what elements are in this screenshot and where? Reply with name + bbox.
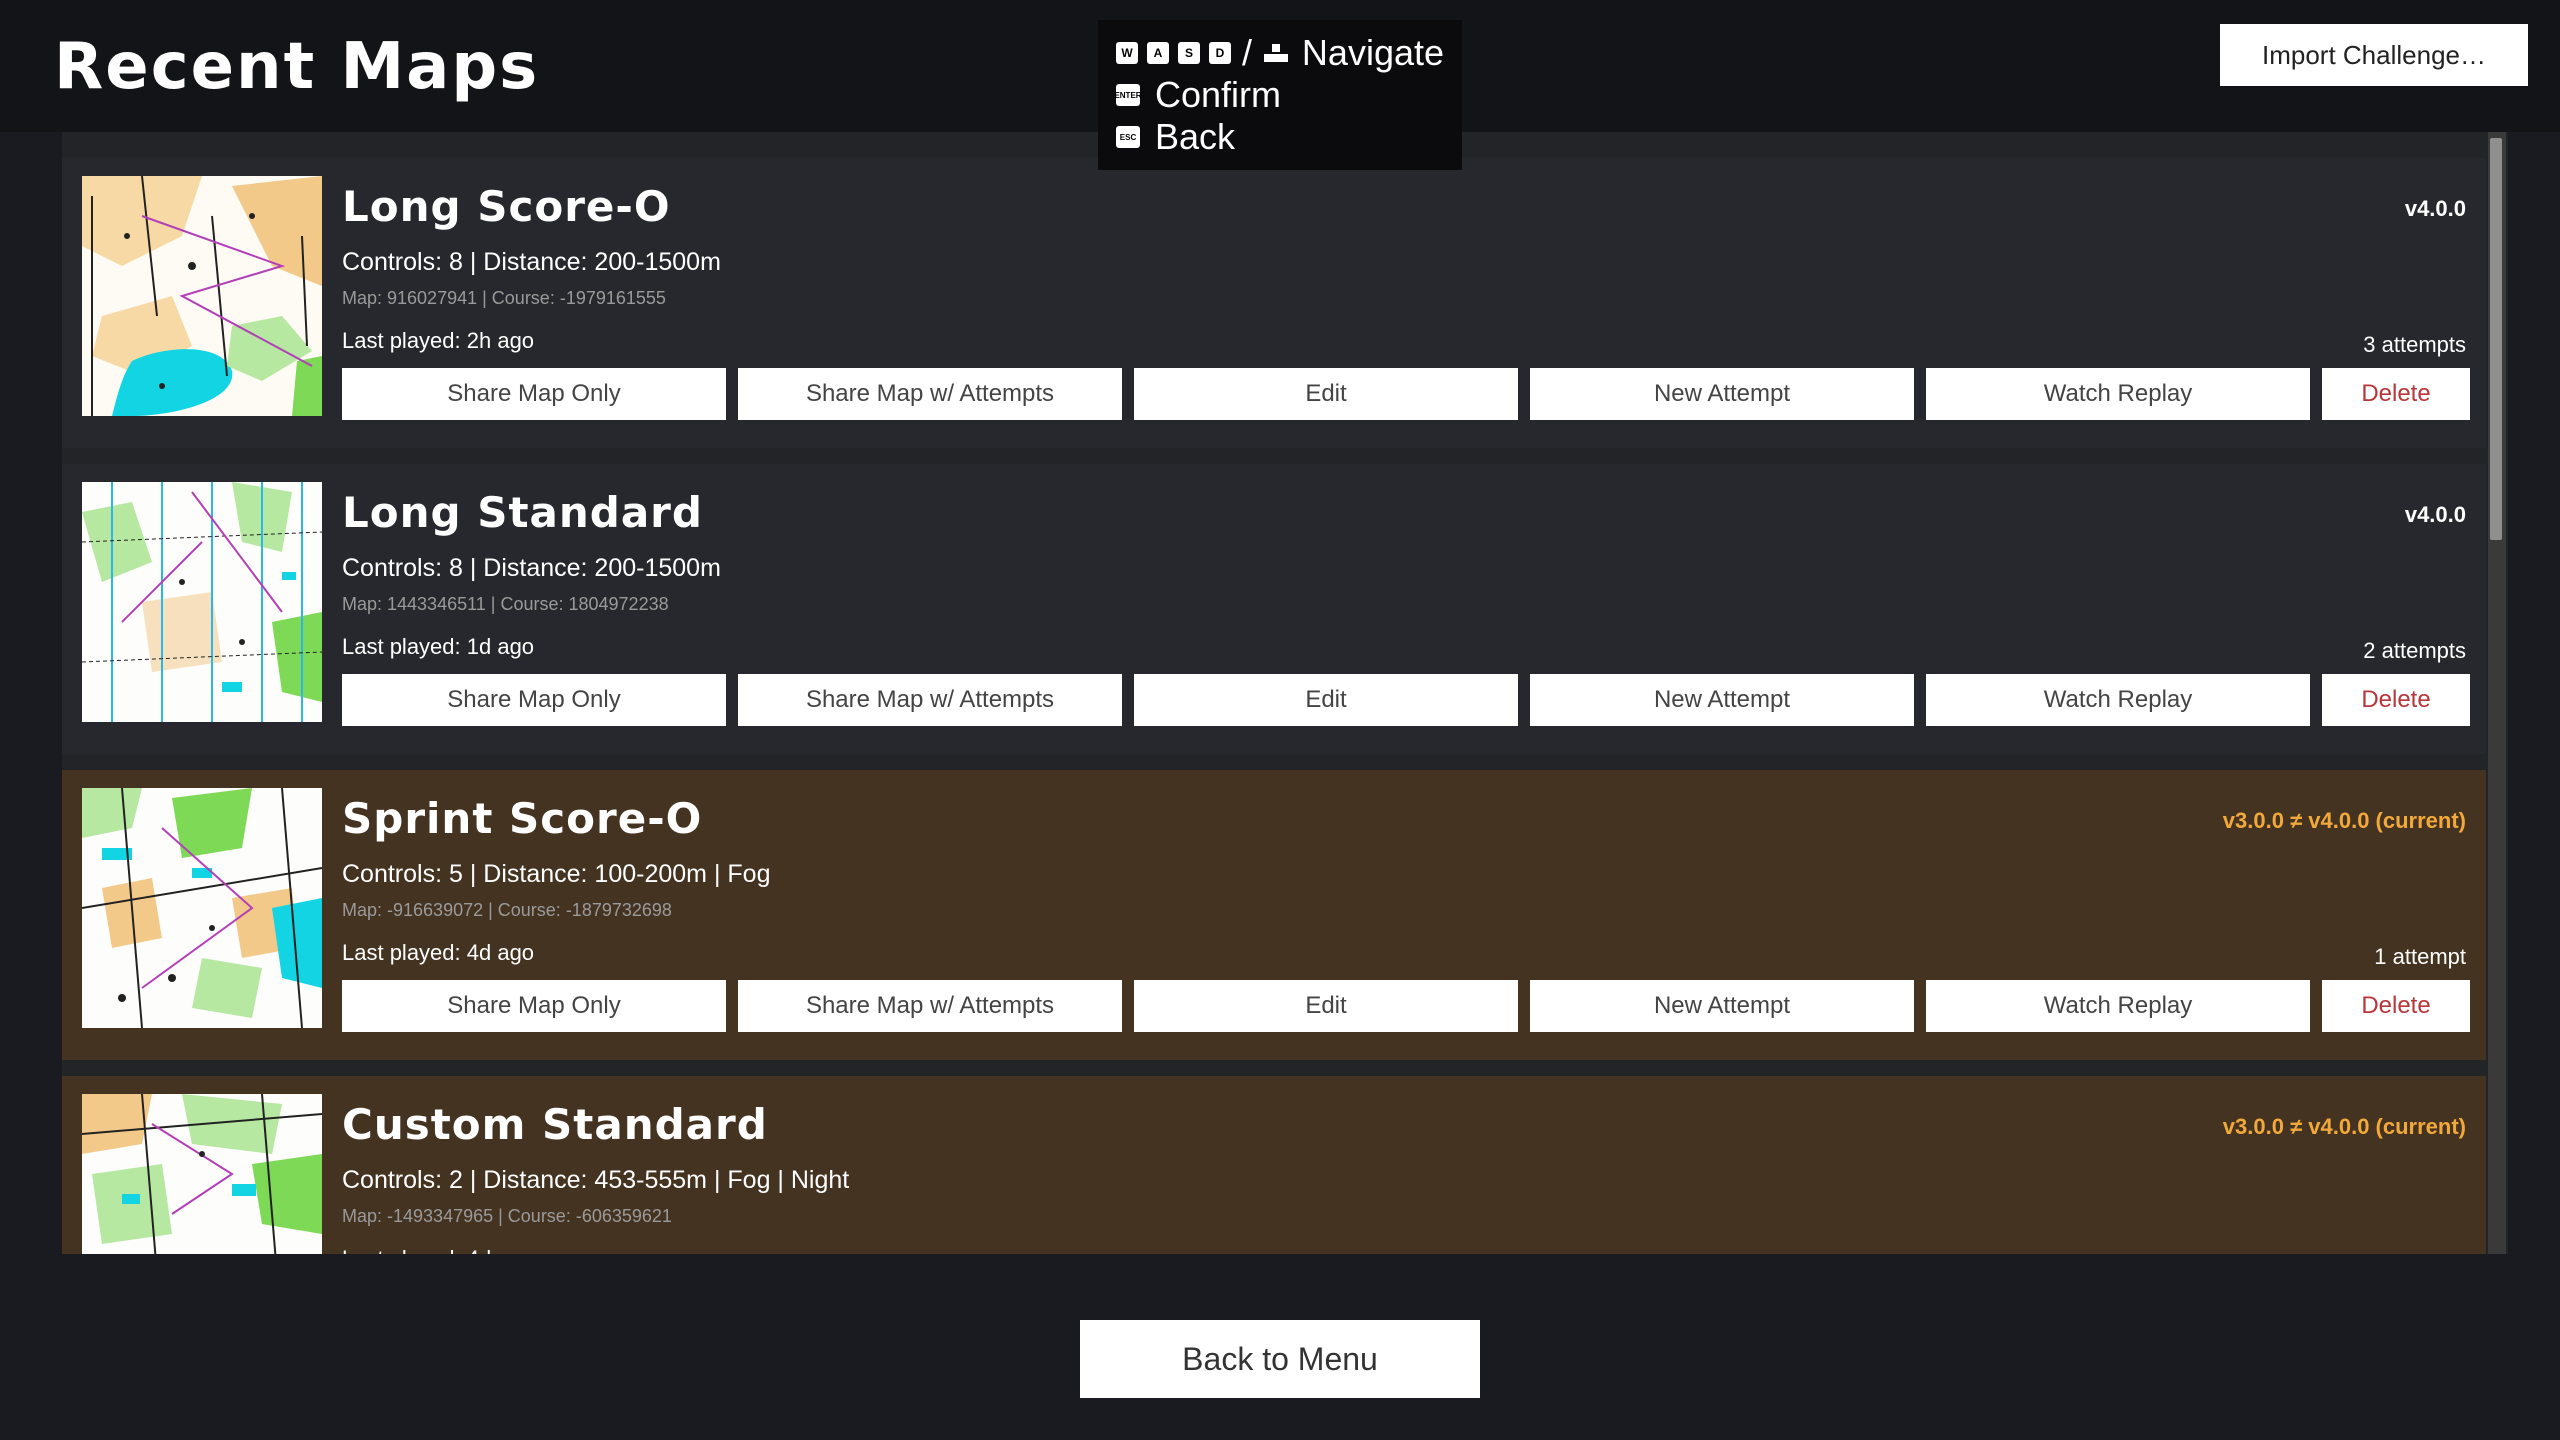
map-card: Custom Standard Controls: 2 | Distance: …	[62, 1076, 2486, 1254]
map-ids: Map: -916639072 | Course: -1879732698	[342, 900, 672, 920]
page-title: Recent Maps	[54, 30, 540, 104]
share-map-with-attempts-button[interactable]: Share Map w/ Attempts	[738, 980, 1122, 1032]
delete-button[interactable]: Delete	[2322, 368, 2470, 420]
share-map-only-button[interactable]: Share Map Only	[342, 674, 726, 726]
import-challenge-button[interactable]: Import Challenge…	[2220, 24, 2528, 86]
delete-button[interactable]: Delete	[2322, 674, 2470, 726]
map-thumbnail[interactable]	[82, 482, 322, 722]
map-thumbnail[interactable]	[82, 788, 322, 1028]
hint-navigate: W A S D / Navigate	[1116, 32, 1444, 74]
hint-confirm: ENTER Confirm	[1114, 74, 1444, 116]
enter-key-icon: ENTER	[1114, 84, 1142, 106]
version-badge: v4.0.0	[2404, 502, 2466, 527]
version-mismatch-badge: v3.0.0 ≠ v4.0.0 (current)	[2222, 1114, 2466, 1139]
map-ids: Map: 916027941 | Course: -1979161555	[342, 288, 666, 308]
new-attempt-button[interactable]: New Attempt	[1530, 674, 1914, 726]
version-badge: v4.0.0	[2404, 196, 2466, 221]
delete-button[interactable]: Delete	[2322, 980, 2470, 1032]
scrollbar-thumb[interactable]	[2490, 138, 2502, 540]
recent-maps-list[interactable]: Long Score-O Controls: 8 | Distance: 200…	[62, 132, 2508, 1254]
map-title: Long Score-O	[342, 182, 671, 231]
map-ids: Map: 1443346511 | Course: 1804972238	[342, 594, 669, 614]
map-card: Sprint Score-O Controls: 5 | Distance: 1…	[62, 770, 2486, 1060]
hint-back: ESC Back	[1116, 116, 1444, 158]
recent-maps-screen: Recent Maps Import Challenge… W A S D / …	[0, 0, 2560, 1440]
last-played: Last played: 4d ago	[342, 1246, 534, 1254]
map-title: Sprint Score-O	[342, 794, 703, 843]
attempt-count: 3 attempts	[2363, 332, 2466, 357]
map-thumbnail[interactable]	[82, 176, 322, 416]
share-map-with-attempts-button[interactable]: Share Map w/ Attempts	[738, 368, 1122, 420]
hint-separator: /	[1241, 32, 1252, 73]
watch-replay-button[interactable]: Watch Replay	[1926, 980, 2310, 1032]
edit-button[interactable]: Edit	[1134, 674, 1518, 726]
map-card: Long Score-O Controls: 8 | Distance: 200…	[62, 158, 2486, 448]
d-key-icon: D	[1208, 42, 1231, 64]
share-map-with-attempts-button[interactable]: Share Map w/ Attempts	[738, 674, 1122, 726]
w-key-icon: W	[1116, 42, 1138, 64]
map-details: Controls: 2 | Distance: 453-555m | Fog |…	[342, 1166, 850, 1194]
attempt-count: 1 attempt	[2374, 944, 2466, 969]
map-card: Long Standard Controls: 8 | Distance: 20…	[62, 464, 2486, 754]
map-title: Custom Standard	[342, 1100, 768, 1149]
map-thumbnail[interactable]	[82, 1094, 322, 1254]
edit-button[interactable]: Edit	[1134, 980, 1518, 1032]
last-played: Last played: 2h ago	[342, 328, 535, 353]
map-details: Controls: 8 | Distance: 200-1500m	[342, 248, 721, 276]
map-title: Long Standard	[342, 488, 703, 537]
arrow-keys-icon	[1263, 42, 1288, 64]
back-to-menu-button[interactable]: Back to Menu	[1080, 1320, 1480, 1398]
controls-hint-panel: W A S D / Navigate ENTER Confirm ESC Bac…	[1098, 20, 1462, 170]
hint-navigate-label: Navigate	[1301, 32, 1445, 73]
new-attempt-button[interactable]: New Attempt	[1530, 980, 1914, 1032]
hint-back-label: Back	[1155, 116, 1236, 157]
watch-replay-button[interactable]: Watch Replay	[1926, 674, 2310, 726]
new-attempt-button[interactable]: New Attempt	[1530, 368, 1914, 420]
watch-replay-button[interactable]: Watch Replay	[1926, 368, 2310, 420]
esc-key-icon: ESC	[1116, 126, 1140, 148]
attempt-count: 2 attempts	[2363, 638, 2466, 663]
map-ids: Map: -1493347965 | Course: -606359621	[342, 1206, 672, 1226]
edit-button[interactable]: Edit	[1134, 368, 1518, 420]
map-details: Controls: 5 | Distance: 100-200m | Fog	[342, 860, 771, 888]
share-map-only-button[interactable]: Share Map Only	[342, 368, 726, 420]
version-mismatch-badge: v3.0.0 ≠ v4.0.0 (current)	[2222, 808, 2466, 833]
last-played: Last played: 1d ago	[342, 634, 535, 659]
hint-confirm-label: Confirm	[1155, 74, 1282, 115]
s-key-icon: S	[1177, 42, 1200, 64]
share-map-only-button[interactable]: Share Map Only	[342, 980, 726, 1032]
last-played: Last played: 4d ago	[342, 940, 535, 965]
a-key-icon: A	[1146, 42, 1169, 64]
map-details: Controls: 8 | Distance: 200-1500m	[342, 554, 721, 582]
